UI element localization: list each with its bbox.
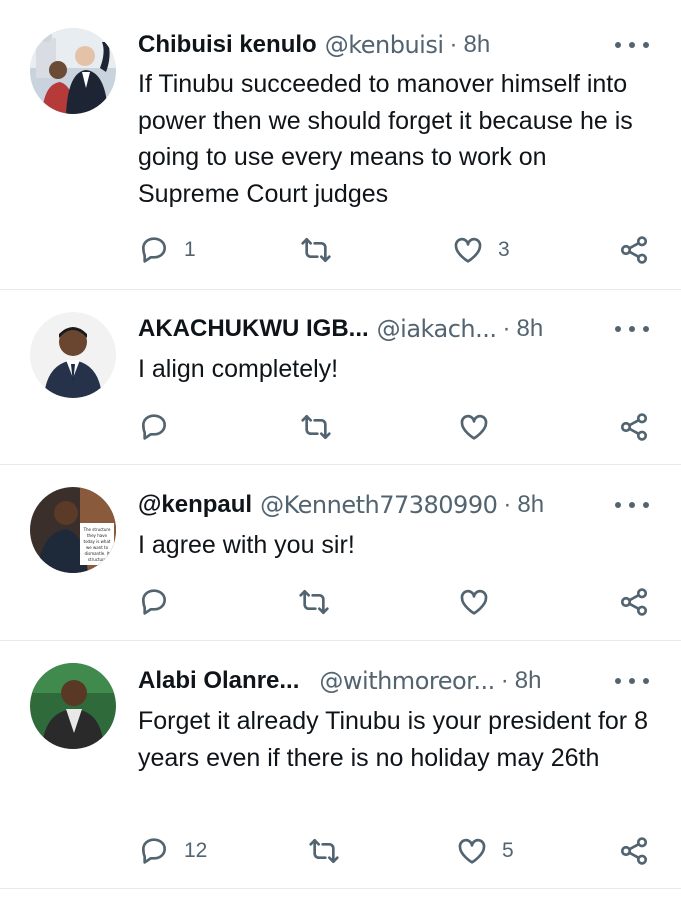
reply-count: 12 [184, 839, 208, 862]
tweet-actions [138, 585, 652, 619]
svg-text:we want to: we want to [86, 545, 109, 550]
display-name[interactable]: AKACHUKWU IGB... [138, 315, 369, 343]
heart-icon [458, 411, 490, 443]
separator-dot: · [502, 315, 511, 342]
retweet-button[interactable] [300, 410, 346, 444]
tweet-text: Forget it already Tinubu is your preside… [138, 707, 648, 772]
svg-text:dismantle. It: dismantle. It [84, 551, 109, 556]
user-handle[interactable]: @Kenneth77380990 [260, 491, 498, 519]
tweet-actions: 12 5 [138, 834, 652, 868]
reply-icon [138, 586, 170, 618]
heart-icon [458, 586, 490, 618]
like-button[interactable] [458, 410, 504, 444]
more-icon[interactable] [615, 493, 649, 517]
user-handle[interactable]: @withmoreor... [319, 667, 495, 695]
tweet-text: If Tinubu succeeded to manover himself i… [138, 70, 633, 208]
avatar[interactable] [30, 312, 116, 398]
reply-icon [138, 234, 170, 266]
display-name[interactable]: @kenpaul [138, 491, 252, 519]
tweet[interactable]: Chibuisi kenulo @kenbuisi · 8h If Tinubu… [0, 0, 681, 290]
timestamp[interactable]: 8h [517, 315, 544, 343]
more-icon[interactable] [615, 33, 649, 57]
tweet-text: I align completely! [138, 355, 339, 383]
user-handle[interactable]: @kenbuisi [325, 31, 444, 59]
like-button[interactable]: 3 [452, 233, 510, 267]
share-icon [618, 411, 650, 443]
svg-text:they have: they have [87, 533, 108, 538]
tweet-header: @kenpaul @Kenneth77380990 · 8h [138, 487, 593, 523]
retweet-icon [300, 234, 332, 266]
reply-button[interactable]: 12 [138, 834, 207, 868]
tweet[interactable]: AKACHUKWU IGB... @iakach... · 8h I align… [0, 290, 681, 465]
reply-button[interactable] [138, 410, 184, 444]
more-icon[interactable] [615, 669, 649, 693]
share-icon [618, 234, 650, 266]
heart-icon [456, 835, 488, 867]
svg-text:today is what: today is what [84, 539, 111, 544]
tweet[interactable]: The structure they have today is what we… [0, 465, 681, 641]
timestamp[interactable]: 8h [464, 31, 491, 59]
heart-icon [452, 234, 484, 266]
retweet-button[interactable] [308, 834, 354, 868]
retweet-icon [300, 411, 332, 443]
tweet-header: Alabi Olanre... @withmoreor... · 8h [138, 663, 593, 699]
reply-icon [138, 411, 170, 443]
retweet-button[interactable] [298, 585, 344, 619]
separator-dot: · [500, 667, 509, 694]
user-handle[interactable]: @iakach... [377, 315, 497, 343]
tweet[interactable]: Alabi Olanre... @withmoreor... · 8h Forg… [0, 641, 681, 891]
tweet-header: AKACHUKWU IGB... @iakach... · 8h [138, 311, 593, 347]
avatar[interactable]: The structure they have today is what we… [30, 487, 116, 573]
retweet-icon [308, 835, 340, 867]
retweet-button[interactable] [300, 233, 346, 267]
share-button[interactable] [618, 585, 650, 619]
divider [0, 888, 681, 889]
tweet-actions: 1 3 [138, 233, 652, 267]
share-icon [618, 586, 650, 618]
separator-dot: · [503, 491, 512, 518]
like-button[interactable]: 5 [456, 834, 514, 868]
display-name[interactable]: Alabi Olanre... [138, 667, 299, 695]
avatar[interactable] [30, 663, 116, 749]
reply-button[interactable]: 1 [138, 233, 196, 267]
like-count: 3 [498, 238, 510, 261]
timestamp[interactable]: 8h [517, 491, 544, 519]
share-button[interactable] [618, 410, 650, 444]
display-name[interactable]: Chibuisi kenulo [138, 31, 317, 59]
share-icon [618, 835, 650, 867]
timestamp[interactable]: 8h [515, 667, 542, 695]
reply-count: 1 [184, 238, 196, 261]
avatar[interactable] [30, 28, 116, 114]
more-icon[interactable] [615, 317, 649, 341]
svg-text:structure: structure [88, 557, 107, 562]
reply-icon [138, 835, 170, 867]
like-button[interactable] [458, 585, 504, 619]
like-count: 5 [502, 839, 514, 862]
tweet-text: I agree with you sir! [138, 531, 355, 559]
reply-button[interactable] [138, 585, 184, 619]
retweet-icon [298, 586, 330, 618]
separator-dot: · [449, 31, 458, 58]
tweet-actions [138, 410, 652, 444]
share-button[interactable] [618, 233, 650, 267]
avatar-caption-line: The structure [83, 527, 111, 532]
tweet-header: Chibuisi kenulo @kenbuisi · 8h [138, 27, 593, 63]
share-button[interactable] [618, 834, 650, 868]
